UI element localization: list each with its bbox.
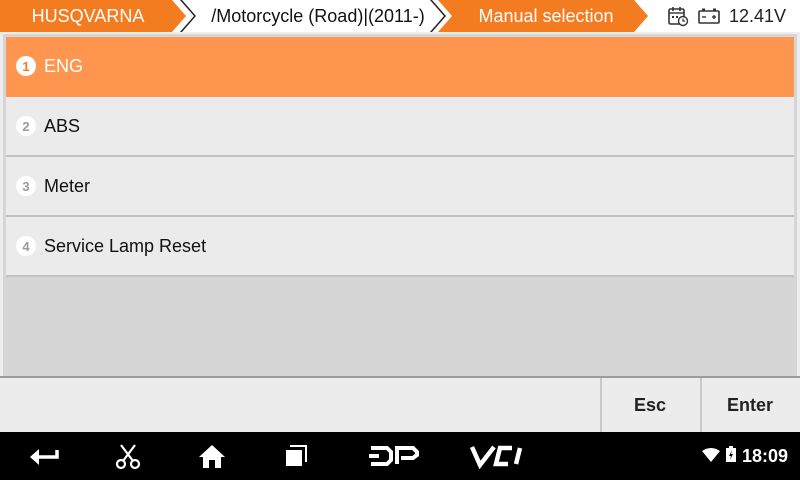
back-icon[interactable] bbox=[20, 432, 68, 480]
list-item-label: Meter bbox=[44, 175, 91, 196]
recent-apps-icon[interactable] bbox=[272, 432, 320, 480]
clock-time: 18:09 bbox=[741, 445, 788, 466]
system-status: 18:09 bbox=[701, 432, 788, 480]
battery-icon bbox=[697, 7, 721, 25]
home-icon[interactable] bbox=[188, 432, 236, 480]
system-list-panel: 1 ENG 2 ABS 3 Meter 4 Service Lamp Reset bbox=[0, 32, 800, 376]
header-bar: HUSQVARNA /Motorcycle (Road)|(2011-) Man… bbox=[0, 0, 800, 32]
list-item-abs[interactable]: 2 ABS bbox=[6, 97, 794, 157]
calendar-clock-icon[interactable] bbox=[667, 5, 689, 27]
item-number-badge: 4 bbox=[16, 236, 36, 256]
scissors-icon[interactable] bbox=[104, 432, 152, 480]
system-nav-bar: 18:09 bbox=[0, 432, 800, 480]
battery-charging-icon bbox=[725, 445, 736, 467]
list-item-label: ENG bbox=[44, 55, 84, 76]
breadcrumb-make[interactable]: HUSQVARNA bbox=[0, 0, 186, 32]
dp-icon[interactable] bbox=[358, 432, 428, 480]
vci-icon[interactable] bbox=[462, 432, 536, 480]
list-item-meter[interactable]: 3 Meter bbox=[6, 157, 794, 217]
breadcrumb-model[interactable]: /Motorcycle (Road)|(2011-) bbox=[182, 0, 444, 32]
wifi-icon bbox=[701, 446, 720, 467]
item-number-badge: 3 bbox=[16, 176, 36, 196]
header-status: 12.41V bbox=[667, 0, 800, 32]
item-number-badge: 1 bbox=[16, 56, 36, 76]
enter-button[interactable]: Enter bbox=[700, 378, 798, 432]
item-number-badge: 2 bbox=[16, 116, 36, 136]
esc-button[interactable]: Esc bbox=[600, 378, 698, 432]
system-list: 1 ENG 2 ABS 3 Meter 4 Service Lamp Reset bbox=[6, 37, 794, 277]
list-item-eng[interactable]: 1 ENG bbox=[6, 37, 794, 97]
list-item-label: Service Lamp Reset bbox=[44, 235, 207, 256]
breadcrumb-make-label: HUSQVARNA bbox=[31, 5, 145, 26]
breadcrumb-current-label: Manual selection bbox=[478, 5, 614, 26]
breadcrumb-current: Manual selection bbox=[438, 0, 648, 32]
voltage-readout: 12.41V bbox=[728, 5, 786, 26]
breadcrumb-model-label: /Motorcycle (Road)|(2011-) bbox=[211, 5, 425, 26]
list-item-service-lamp-reset[interactable]: 4 Service Lamp Reset bbox=[6, 217, 794, 277]
list-item-label: ABS bbox=[44, 115, 81, 136]
action-toolbar: Esc Enter bbox=[0, 376, 800, 432]
